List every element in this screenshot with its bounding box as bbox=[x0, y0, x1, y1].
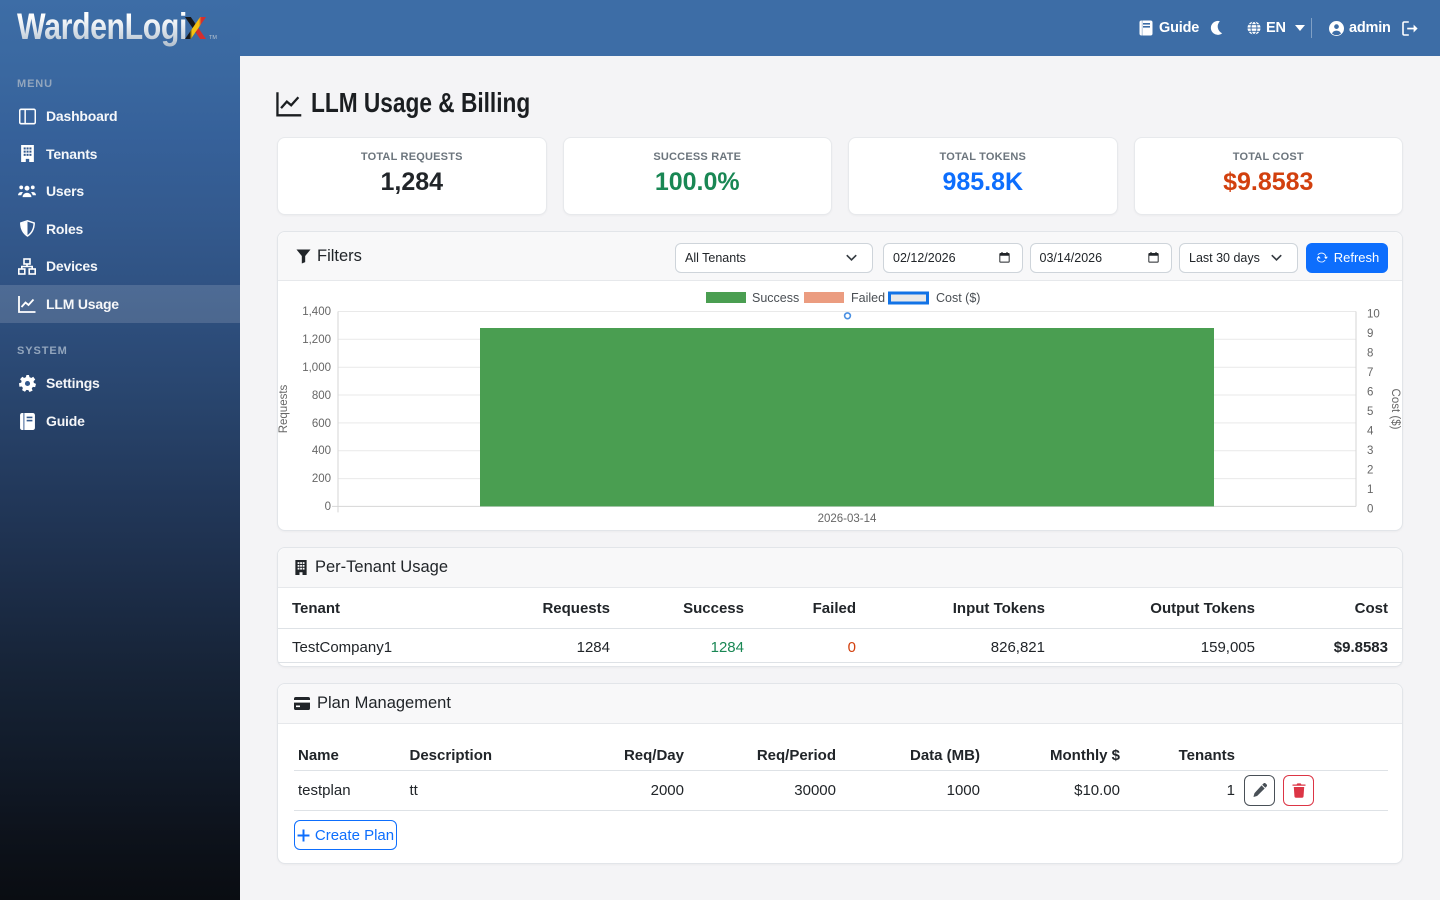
svg-text:1: 1 bbox=[1367, 484, 1373, 496]
svg-text:7: 7 bbox=[1367, 367, 1373, 379]
svg-text:Cost ($): Cost ($) bbox=[936, 291, 980, 305]
svg-text:1,400: 1,400 bbox=[302, 306, 331, 318]
svg-text:1,200: 1,200 bbox=[302, 334, 331, 346]
svg-text:8: 8 bbox=[1367, 348, 1373, 360]
svg-text:6: 6 bbox=[1367, 387, 1373, 399]
svg-text:10: 10 bbox=[1367, 309, 1380, 321]
svg-text:2026-03-14: 2026-03-14 bbox=[818, 513, 877, 525]
svg-text:400: 400 bbox=[312, 445, 331, 457]
svg-text:1,000: 1,000 bbox=[302, 362, 331, 374]
svg-text:5: 5 bbox=[1367, 406, 1373, 418]
svg-text:Success: Success bbox=[752, 291, 799, 305]
svg-text:0: 0 bbox=[1367, 504, 1373, 516]
svg-text:9: 9 bbox=[1367, 328, 1373, 340]
svg-text:0: 0 bbox=[325, 501, 331, 513]
svg-text:200: 200 bbox=[312, 473, 331, 485]
svg-text:600: 600 bbox=[312, 418, 331, 430]
svg-text:Failed: Failed bbox=[851, 291, 885, 305]
svg-text:Cost ($): Cost ($) bbox=[1389, 389, 1401, 430]
svg-text:4: 4 bbox=[1367, 426, 1374, 438]
svg-text:2: 2 bbox=[1367, 465, 1373, 477]
svg-text:Requests: Requests bbox=[278, 384, 290, 433]
svg-text:800: 800 bbox=[312, 390, 331, 402]
svg-text:3: 3 bbox=[1367, 445, 1373, 457]
